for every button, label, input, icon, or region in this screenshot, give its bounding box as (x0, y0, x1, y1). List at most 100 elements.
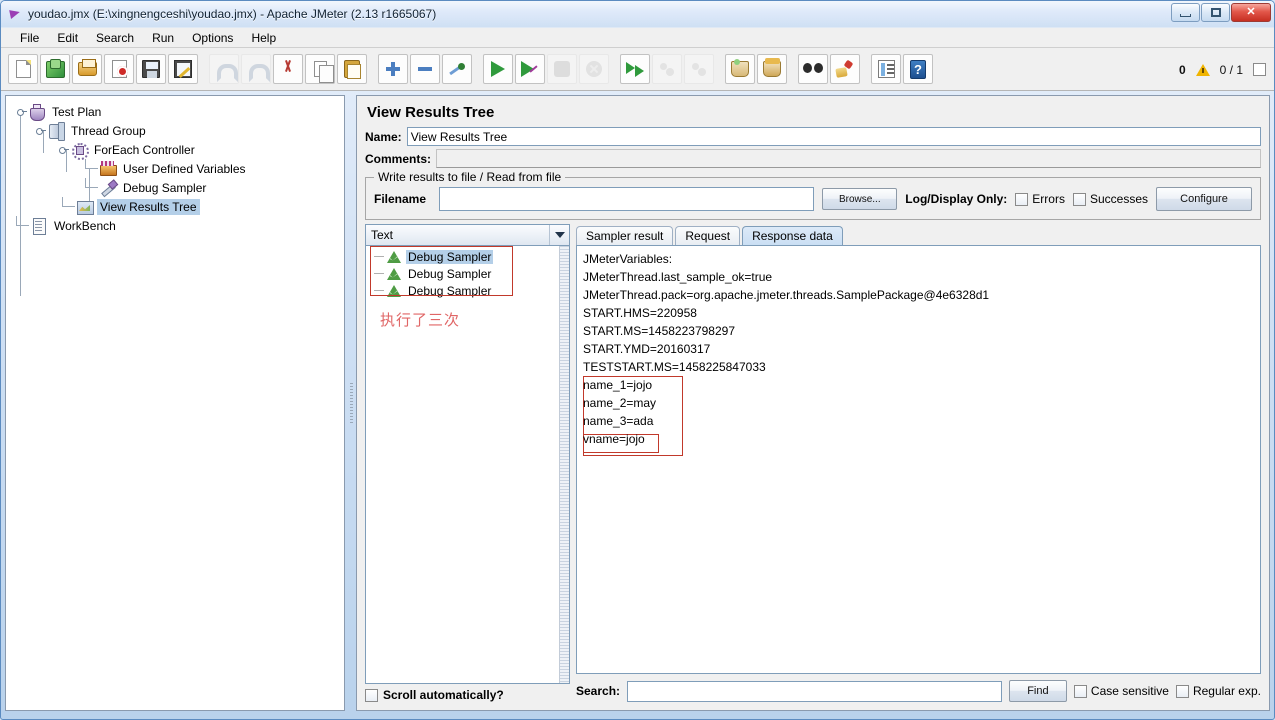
new-button[interactable] (8, 54, 38, 84)
regular-exp-checkbox[interactable]: Regular exp. (1176, 684, 1261, 698)
stop-button[interactable] (547, 54, 577, 84)
collapse-all-button[interactable] (410, 54, 440, 84)
start-no-pauses-button[interactable] (515, 54, 545, 84)
tab-sampler-result[interactable]: Sampler result (576, 226, 673, 246)
response-data-view[interactable]: JMeterVariables: JMeterThread.last_sampl… (576, 245, 1261, 674)
menu-edit[interactable]: Edit (48, 29, 87, 47)
save-as-button[interactable] (168, 54, 198, 84)
search-button[interactable] (798, 54, 828, 84)
menu-search[interactable]: Search (87, 29, 143, 47)
menu-file[interactable]: File (11, 29, 48, 47)
title-bar: youdao.jmx (E:\xingnengceshi\youdao.jmx)… (1, 1, 1274, 27)
user-defined-variables-icon (99, 160, 116, 177)
case-sensitive-checkbox-box[interactable] (1074, 685, 1087, 698)
response-line: TESTSTART.MS=1458225847033 (583, 358, 1260, 376)
play-no-pauses-icon (521, 61, 539, 77)
errors-checkbox-box[interactable] (1015, 193, 1028, 206)
successes-checkbox[interactable]: Successes (1073, 192, 1148, 206)
scroll-automatically-checkbox[interactable]: Scroll automatically? (365, 688, 570, 702)
clear-button[interactable] (725, 54, 755, 84)
shutdown-button[interactable] (579, 54, 609, 84)
open-button[interactable] (72, 54, 102, 84)
clipboard-icon (344, 60, 360, 78)
chevron-down-icon[interactable] (549, 225, 569, 245)
maximize-button[interactable] (1201, 3, 1230, 22)
renderer-select[interactable]: Text (365, 224, 570, 246)
results-list-scrollbar[interactable] (559, 246, 569, 683)
remote-stop-all-button[interactable] (652, 54, 682, 84)
response-line: name_2=may (583, 394, 1260, 412)
search-input[interactable] (627, 681, 1002, 702)
list-item[interactable]: Debug Sampler (366, 248, 569, 265)
case-sensitive-checkbox[interactable]: Case sensitive (1074, 684, 1169, 698)
scissors-icon (279, 60, 297, 78)
play-icon (491, 61, 505, 77)
paste-button[interactable] (337, 54, 367, 84)
warning-triangle-icon[interactable] (1196, 64, 1210, 76)
close-button[interactable]: ✕ (1231, 3, 1271, 22)
copy-button[interactable] (305, 54, 335, 84)
comments-input[interactable] (436, 149, 1261, 168)
scroll-automatically-checkbox-box[interactable] (365, 689, 378, 702)
expand-knob-icon[interactable] (16, 106, 27, 117)
browse-button[interactable]: Browse... (822, 188, 897, 210)
success-triangle-icon (387, 284, 402, 298)
list-item[interactable]: Debug Sampler (366, 265, 569, 282)
tree-node-thread-group[interactable]: Thread Group (16, 121, 344, 140)
menu-help[interactable]: Help (242, 29, 285, 47)
tree-elbow-icon (85, 159, 99, 178)
tree-node-workbench[interactable]: WorkBench (16, 216, 344, 235)
remote-shutdown-all-button[interactable] (684, 54, 714, 84)
expand-all-button[interactable] (378, 54, 408, 84)
menu-run[interactable]: Run (143, 29, 183, 47)
pane-splitter[interactable] (347, 95, 356, 711)
list-item[interactable]: Debug Sampler (366, 282, 569, 299)
clear-all-button[interactable] (757, 54, 787, 84)
tree-node-label: ForEach Controller (91, 142, 198, 158)
tree-node-debug-sampler[interactable]: Debug Sampler (16, 178, 344, 197)
regular-exp-checkbox-box[interactable] (1176, 685, 1189, 698)
start-button[interactable] (483, 54, 513, 84)
name-input[interactable]: View Results Tree (407, 127, 1261, 146)
close-document-button[interactable] (104, 54, 134, 84)
clear-all-broom-icon (763, 61, 781, 77)
annotation-text-executed-three-times: 执行了三次 (380, 309, 460, 330)
successes-checkbox-box[interactable] (1073, 193, 1086, 206)
menu-options[interactable]: Options (183, 29, 242, 47)
tree-node-test-plan[interactable]: Test Plan (16, 102, 344, 121)
function-helper-button[interactable] (871, 54, 901, 84)
comments-field-row: Comments: (365, 149, 1261, 168)
tab-request[interactable]: Request (675, 226, 740, 246)
errors-checkbox[interactable]: Errors (1015, 192, 1065, 206)
sample-results-list[interactable]: Debug Sampler Debug Sampler Debug Sample… (365, 246, 570, 684)
redo-button[interactable] (241, 54, 271, 84)
remote-start-all-button[interactable] (620, 54, 650, 84)
renderer-select-value: Text (371, 228, 393, 242)
new-document-icon (16, 60, 31, 78)
expand-knob-icon[interactable] (58, 144, 69, 155)
find-button[interactable]: Find (1009, 680, 1067, 702)
expand-knob-icon[interactable] (35, 125, 46, 136)
tree-node-view-results-tree[interactable]: View Results Tree (16, 197, 344, 216)
tab-response-data[interactable]: Response data (742, 226, 843, 246)
cut-button[interactable] (273, 54, 303, 84)
response-line: JMeterThread.last_sample_ok=true (583, 268, 1260, 286)
test-plan-tree-panel: Test Plan Thread Group ForEach Controlle… (5, 95, 345, 711)
page-title: View Results Tree (357, 96, 1269, 127)
save-button[interactable] (136, 54, 166, 84)
toolbar-status: 0 0 / 1 (1179, 48, 1266, 91)
response-line: JMeterThread.pack=org.apache.jmeter.thre… (583, 286, 1260, 304)
templates-button[interactable] (40, 54, 70, 84)
undo-button[interactable] (209, 54, 239, 84)
toggle-enable-button[interactable] (442, 54, 472, 84)
minimize-button[interactable] (1171, 3, 1200, 22)
tree-node-foreach-controller[interactable]: ForEach Controller (16, 140, 344, 159)
tree-node-user-defined-variables[interactable]: User Defined Variables (16, 159, 344, 178)
test-plan-tree: Test Plan Thread Group ForEach Controlle… (6, 96, 344, 235)
remote-start-icon (626, 61, 644, 77)
filename-input[interactable] (439, 187, 814, 211)
configure-button[interactable]: Configure (1156, 187, 1252, 211)
reset-search-button[interactable] (830, 54, 860, 84)
view-results-tree-icon (76, 198, 93, 215)
help-button[interactable] (903, 54, 933, 84)
